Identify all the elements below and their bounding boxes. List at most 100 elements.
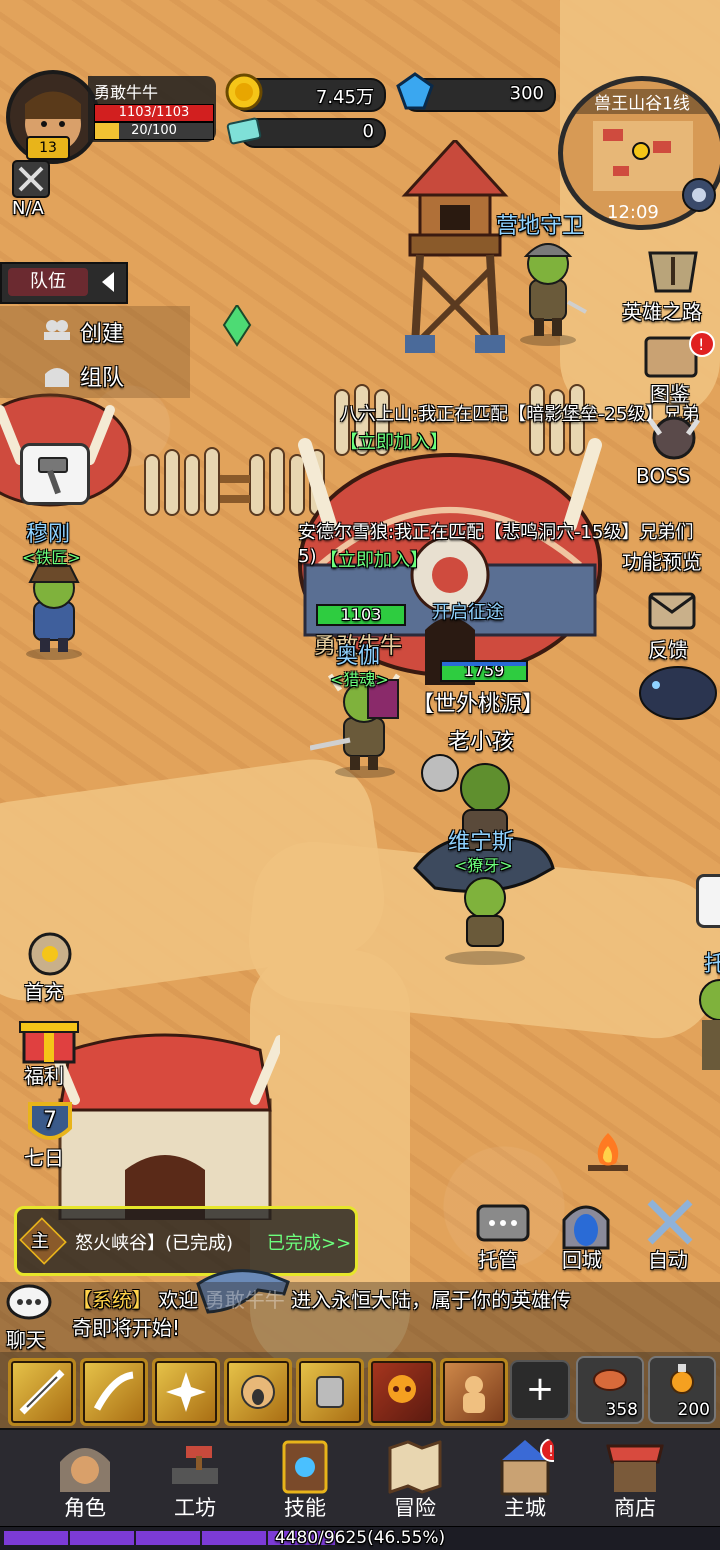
edge-speech-bubble[interactable] — [696, 874, 720, 928]
boss-label[interactable]: BOSS — [636, 464, 691, 488]
player-energy-bar: 20/100 — [94, 122, 214, 140]
create-team-button[interactable]: 创建 — [80, 316, 124, 348]
system-message: 【系统】 欢迎 勇敢牛牛 进入永恒大陆，属于你的英雄传 奇即将开始! — [72, 1286, 712, 1342]
skill-slot-6[interactable] — [368, 1358, 436, 1426]
codex-book-icon[interactable]: ! — [642, 330, 718, 380]
nav-role[interactable]: 角色 — [30, 1430, 140, 1526]
gem-value: 300 — [509, 83, 544, 104]
spellbook-icon — [282, 1440, 328, 1494]
nav-workshop[interactable]: 工坊 — [140, 1430, 250, 1526]
gift-box-icon[interactable] — [18, 1010, 80, 1066]
skill-slot-1[interactable] — [8, 1358, 76, 1426]
slash-skill-icon — [19, 1369, 65, 1415]
gold-coin-icon — [225, 73, 263, 111]
skill-slot-5[interactable] — [296, 1358, 364, 1426]
nav-main-city-label: 主城 — [504, 1496, 546, 1520]
auto-battle-label[interactable]: 自动 — [648, 1244, 688, 1273]
nav-adventure[interactable]: 冒险 — [360, 1430, 470, 1526]
team-actions-panel: 创建 组队 — [0, 306, 190, 398]
speech-bubble[interactable] — [20, 443, 90, 505]
skill-slot-4[interactable] — [224, 1358, 292, 1426]
nav-workshop-label: 工坊 — [174, 1496, 216, 1520]
chat-message-name: 勇敢牛牛 — [204, 1288, 285, 1312]
ticket-value: 0 — [362, 121, 374, 142]
quest-action-link[interactable]: 已完成>> — [267, 1229, 351, 1255]
hammer-icon — [38, 457, 68, 495]
meat-icon — [593, 1369, 627, 1391]
codex-label[interactable]: 图鉴 — [650, 378, 690, 407]
castle-icon: ! — [500, 1438, 554, 1496]
return-portal-icon[interactable] — [558, 1194, 614, 1250]
adventure-map-icon — [388, 1439, 442, 1495]
helmet-icon — [45, 368, 69, 387]
meat-slot[interactable]: 358 — [576, 1356, 644, 1424]
skill-slot-2[interactable] — [80, 1358, 148, 1426]
nav-skills[interactable]: 技能 — [250, 1430, 360, 1526]
team-create-icon — [44, 320, 70, 340]
edge-npc[interactable] — [690, 960, 720, 1080]
guild-name: 【世外桃源】 — [412, 692, 545, 717]
player-hp-text: 1103/1103 — [118, 105, 190, 120]
green-crystal-node[interactable] — [220, 305, 254, 347]
camp-guard-npc[interactable] — [508, 232, 588, 347]
hero-road-icon[interactable] — [640, 245, 706, 299]
welfare-label[interactable]: 福利 — [24, 1060, 64, 1089]
crossed-swords-icon[interactable] — [12, 160, 50, 198]
hero-road-label[interactable]: 英雄之路 — [622, 296, 702, 325]
chat-label[interactable]: 聊天 — [6, 1324, 46, 1353]
minimap-terrain — [593, 121, 693, 191]
quest-tracker[interactable]: 主 怒火峡谷】(已完成) 已完成>> — [14, 1206, 358, 1276]
blade-skill-icon — [93, 1371, 134, 1411]
team-tab[interactable]: 队伍 — [0, 262, 128, 304]
auto-manage-label[interactable]: 托管 — [478, 1244, 518, 1273]
enemy-hp-bar: 1759 — [440, 660, 528, 682]
anvil-hammer-icon — [172, 1446, 218, 1484]
boss-skull-icon[interactable] — [644, 412, 704, 462]
first-charge-icon[interactable] — [22, 930, 78, 978]
player-hp-bar-value: 1103 — [340, 605, 382, 624]
edge-npc-name: 托 — [704, 952, 720, 977]
nav-role-label: 角色 — [64, 1496, 106, 1520]
svg-text:!: ! — [548, 1442, 554, 1460]
rage-skill-icon — [463, 1376, 485, 1413]
shield-skill-icon — [316, 1376, 344, 1408]
auto-battle-swords-icon[interactable] — [642, 1194, 698, 1250]
feedback-envelope-icon[interactable] — [646, 588, 698, 632]
seven-day-shield-icon[interactable]: 7 — [22, 1100, 78, 1148]
nav-shop-label: 商店 — [614, 1496, 656, 1520]
nav-main-city[interactable]: ! 主城 — [470, 1430, 580, 1526]
bear-creature[interactable] — [638, 655, 718, 720]
feedback-label[interactable]: 反馈 — [648, 634, 688, 663]
join-now-link-1[interactable]: 【立即加入】 — [340, 428, 448, 454]
first-charge-label[interactable]: 首充 — [24, 976, 64, 1005]
seven-day-label[interactable]: 七日 — [24, 1142, 64, 1171]
nav-shop[interactable]: 商店 — [580, 1430, 690, 1526]
feature-preview-label[interactable]: 功能预览 — [622, 546, 702, 575]
skill-slot-3[interactable] — [152, 1358, 220, 1426]
blacksmith-npc[interactable] — [14, 560, 94, 660]
world-chat-suffix: 5) — [298, 546, 317, 567]
watchtower-building — [401, 140, 509, 353]
start-expedition-label[interactable]: 开启征途 — [432, 598, 504, 624]
collapse-arrow-icon — [102, 272, 114, 292]
return-city-label[interactable]: 回城 — [562, 1244, 602, 1273]
chat-message-part-b: 进入永恒大陆，属于你的英雄传 — [291, 1288, 572, 1312]
potion-icon — [670, 1364, 694, 1394]
skill-slot-7[interactable] — [440, 1358, 508, 1426]
player-hp-panel-bar: 1103/1103 — [94, 104, 214, 122]
join-now-link-2[interactable]: 【立即加入】 — [320, 546, 428, 572]
chat-message-part-c: 奇即将开始! — [72, 1316, 181, 1340]
chat-message-part-a: 欢迎 — [158, 1288, 199, 1312]
potion-slot[interactable]: 200 — [648, 1356, 716, 1424]
team-tab-label: 队伍 — [8, 268, 88, 296]
add-skill-button[interactable]: + — [510, 1360, 570, 1420]
settings-gear-icon[interactable] — [680, 176, 718, 214]
player-stats-panel: 勇敢牛牛 1103/1103 20/100 — [88, 76, 216, 142]
quest-text: 怒火峡谷】(已完成) — [75, 1233, 234, 1254]
auto-manage-icon[interactable] — [474, 1198, 532, 1248]
blacksmith-title: <铁匠> — [22, 548, 81, 567]
chat-bubble-icon[interactable] — [6, 1284, 52, 1322]
chat-channel: 【系统】 — [72, 1288, 152, 1312]
join-team-button[interactable]: 组队 — [80, 360, 124, 392]
player-energy-text: 20/100 — [131, 123, 177, 138]
